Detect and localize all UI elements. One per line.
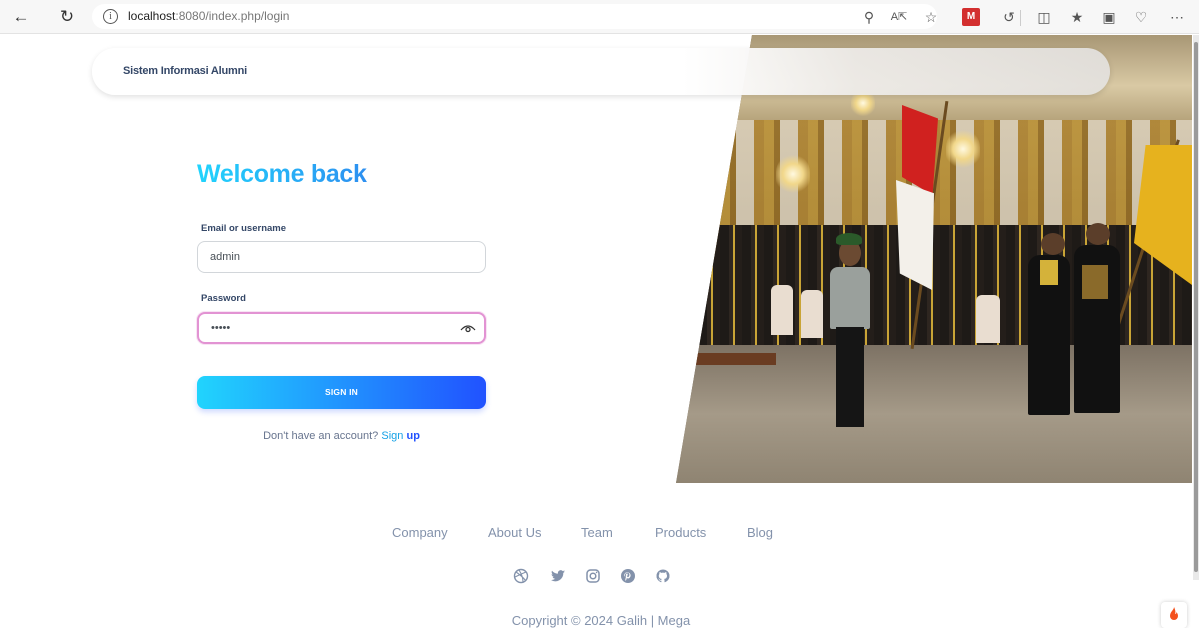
instagram-icon[interactable] xyxy=(585,568,601,584)
site-info-icon[interactable]: i xyxy=(103,9,118,24)
more-menu-icon[interactable]: ⋯ xyxy=(1168,8,1186,26)
refresh-icon[interactable]: ↻ xyxy=(56,6,78,28)
key-icon[interactable]: ⚲ xyxy=(860,8,878,26)
top-navbar: Sistem Informasi Alumni xyxy=(92,48,1110,95)
dribbble-icon[interactable] xyxy=(513,568,529,584)
brand-title[interactable]: Sistem Informasi Alumni xyxy=(123,65,247,77)
footer-link-team[interactable]: Team xyxy=(581,525,613,540)
split-screen-icon[interactable]: ◫ xyxy=(1035,8,1053,26)
footer-link-company[interactable]: Company xyxy=(392,525,448,540)
footer-link-about-us[interactable]: About Us xyxy=(488,525,541,540)
floating-badge[interactable] xyxy=(1161,602,1187,628)
fire-icon xyxy=(1170,607,1178,620)
password-field[interactable]: ••••• xyxy=(197,312,486,344)
page-content: Sistem Informasi Alumni Welcome back Ema… xyxy=(10,35,1192,628)
copilot-icon[interactable]: ♡ xyxy=(1132,8,1150,26)
page-title: Welcome back xyxy=(197,160,367,188)
back-icon[interactable]: ← xyxy=(10,6,32,28)
scrollbar-thumb[interactable] xyxy=(1194,42,1198,572)
footer-link-products[interactable]: Products xyxy=(655,525,706,540)
github-icon[interactable] xyxy=(655,568,671,584)
favorite-star-icon[interactable]: ☆ xyxy=(922,8,940,26)
footer-copyright: Copyright © 2024 Galih | Mega xyxy=(511,613,691,628)
email-label: Email or username xyxy=(201,223,287,234)
extension-puzzle-icon[interactable]: ↺ xyxy=(1000,8,1018,26)
show-password-eye-icon[interactable] xyxy=(460,323,476,333)
signup-prompt: Don't have an account? Sign up xyxy=(197,430,486,442)
password-label: Password xyxy=(201,293,246,304)
toolbar-divider xyxy=(1020,10,1021,26)
pinterest-icon[interactable] xyxy=(620,568,636,584)
favorites-icon[interactable]: ★ xyxy=(1068,8,1086,26)
graduation-hero-image xyxy=(676,35,1192,483)
sign-in-button[interactable]: SIGN IN xyxy=(197,376,486,409)
email-field[interactable]: admin xyxy=(197,241,486,273)
extension-icon[interactable]: M xyxy=(962,8,980,26)
footer-link-blog[interactable]: Blog xyxy=(747,525,773,540)
address-bar-url[interactable]: localhost:8080/index.php/login xyxy=(128,9,289,23)
collections-icon[interactable]: ▣ xyxy=(1100,8,1118,26)
sign-up-link[interactable]: Sign up xyxy=(381,430,420,442)
signup-prompt-text: Don't have an account? xyxy=(263,430,379,442)
twitter-icon[interactable] xyxy=(550,568,566,584)
read-aloud-icon[interactable]: A⇱ xyxy=(890,8,908,26)
